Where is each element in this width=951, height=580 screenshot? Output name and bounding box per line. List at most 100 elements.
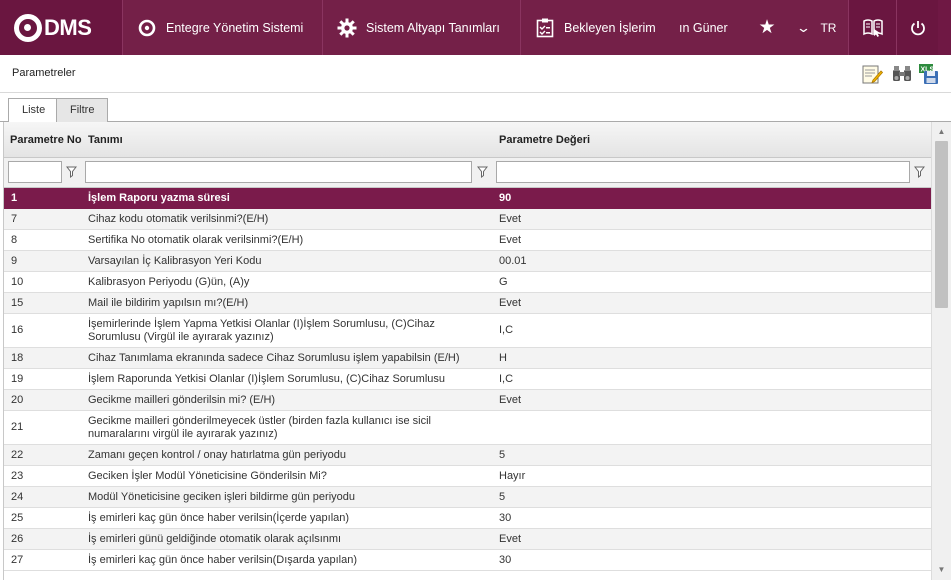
cell-tanimi: Cihaz kodu otomatik verilsinmi?(E/H)	[88, 212, 269, 225]
clipboard-icon	[535, 18, 555, 38]
cell-tanimi: İş emirleri kaç gün önce haber verilsin(…	[88, 553, 358, 566]
nav-label: Sistem Altyapı Tanımları	[366, 20, 500, 35]
excel-export-icon[interactable]: XLS	[918, 63, 940, 85]
edit-note-icon[interactable]	[861, 63, 884, 85]
cell-parametre-no: 21	[11, 421, 24, 433]
table-row[interactable]: 16 İşemirlerinde İşlem Yapma Yetkisi Olan…	[4, 314, 931, 348]
cell-tanimi: Modül Yöneticisine geciken işleri bildir…	[88, 490, 355, 503]
column-header-parametre-degeri[interactable]: Parametre Değeri	[493, 122, 931, 158]
cell-parametre-no: 15	[11, 296, 24, 309]
page-title: Parametreler	[12, 67, 76, 79]
cell-parametre-degeri: Evet	[499, 212, 522, 225]
cell-parametre-degeri: 5	[499, 490, 506, 503]
cell-tanimi: Mail ile bildirim yapılsın mı?(E/H)	[88, 296, 249, 309]
scroll-down-icon[interactable]: ▼	[932, 562, 951, 578]
vertical-scrollbar[interactable]: ▲ ▼	[931, 122, 951, 580]
cell-parametre-no: 20	[11, 393, 24, 406]
filter-input-tanimi[interactable]	[85, 161, 472, 183]
cell-parametre-no: 8	[11, 233, 18, 246]
table-row[interactable]: 10 Kalibrasyon Periyodu (G)ün, (A)y G	[4, 272, 931, 293]
table-row[interactable]: 9 Varsayılan İç Kalibrasyon Yeri Kodu 00.0…	[4, 251, 931, 272]
cell-parametre-degeri: 5	[499, 448, 506, 461]
language-label: TR	[820, 20, 837, 35]
chevron-down-icon: ⌄	[795, 19, 811, 35]
table-row[interactable]: 24 Modül Yöneticisine geciken işleri bild…	[4, 487, 931, 508]
table-row[interactable]: 20 Gecikme mailleri gönderilsin mi? (E/H)…	[4, 390, 931, 411]
cell-tanimi: İşlem Raporu yazma süresi	[88, 191, 230, 204]
cell-parametre-degeri	[499, 411, 919, 444]
cell-tanimi: İş emirleri kaç gün önce haber verilsin(…	[88, 511, 350, 524]
cell-tanimi: Sertifika No otomatik olarak verilsinmi?…	[88, 233, 304, 246]
table-row[interactable]: 26 İş emirleri günü geldiğinde otomatik o…	[4, 529, 931, 550]
cell-tanimi: Kalibrasyon Periyodu (G)ün, (A)y	[88, 275, 250, 288]
cell-parametre-no: 22	[11, 448, 24, 461]
cell-parametre-no: 18	[11, 351, 24, 364]
grid-filter-row	[4, 158, 931, 188]
table-row[interactable]: 22 Zamanı geçen kontrol / onay hatırlatma…	[4, 445, 931, 466]
cell-parametre-no: 7	[11, 212, 18, 225]
scroll-up-icon[interactable]: ▲	[932, 124, 951, 140]
panel-header: Parametreler XLS	[0, 55, 951, 93]
column-header-parametre-no[interactable]: Parametre No	[4, 122, 82, 158]
cell-parametre-degeri: I,C	[499, 324, 514, 336]
nav-sistem-altyapi-tanimlari[interactable]: Sistem Altyapı Tanımları	[322, 0, 520, 55]
q-logo-icon	[14, 13, 42, 42]
table-row[interactable]: 8 Sertifika No otomatik olarak verilsinmi…	[4, 230, 931, 251]
nav-label: Entegre Yönetim Sistemi	[166, 20, 304, 35]
filter-icon[interactable]	[476, 166, 489, 178]
cell-parametre-degeri: H	[499, 351, 507, 364]
filter-input-parametre-degeri[interactable]	[496, 161, 910, 183]
tab-liste[interactable]: Liste	[8, 98, 60, 123]
cell-parametre-degeri: G	[499, 275, 508, 288]
table-row[interactable]: 18 Cihaz Tanımlama ekranında sadece Cihaz…	[4, 348, 931, 369]
filter-input-parametre-no[interactable]	[8, 161, 62, 183]
table-row[interactable]: 25 İş emirleri kaç gün önce haber verilsi…	[4, 508, 931, 529]
cell-tanimi: Gecikme mailleri gönderilsin mi? (E/H)	[88, 393, 276, 406]
table-row[interactable]: 7 Cihaz kodu otomatik verilsinmi?(E/H) Eve…	[4, 209, 931, 230]
nav-bekleyen-islerim[interactable]: Bekleyen İşlerim	[520, 0, 671, 55]
cell-parametre-no: 9	[11, 254, 18, 267]
cell-tanimi: Geciken İşler Modül Yöneticisine Gönderi…	[88, 469, 327, 482]
parameters-grid: Parametre No Tanımı Parametre Değeri 1 İş…	[3, 122, 931, 580]
cell-parametre-no: 26	[11, 532, 24, 545]
scrollbar-thumb[interactable]	[935, 141, 948, 308]
cell-parametre-no: 10	[11, 275, 24, 288]
cell-parametre-degeri: Evet	[499, 296, 522, 309]
cell-parametre-degeri: 90	[499, 191, 512, 204]
table-row[interactable]: 1 İşlem Raporu yazma süresi 90	[4, 188, 931, 209]
cell-tanimi: İşlem Raporunda Yetkisi Olanlar (I)İşlem…	[88, 372, 446, 385]
cell-parametre-degeri: 30	[499, 511, 512, 524]
cell-parametre-no: 23	[11, 469, 24, 482]
cell-tanimi: Varsayılan İç Kalibrasyon Yeri Kodu	[88, 254, 262, 267]
language-selector[interactable]: ⌄ TR	[786, 0, 848, 55]
table-row[interactable]: 15 Mail ile bildirim yapılsın mı?(E/H) Eve…	[4, 293, 931, 314]
nav-entegre-yonetim-sistemi[interactable]: Entegre Yönetim Sistemi	[122, 0, 322, 55]
qdms-logo[interactable]: DMS	[0, 0, 122, 55]
logo-text: DMS	[44, 14, 92, 40]
star-icon[interactable]: ★	[748, 0, 786, 55]
binoculars-icon[interactable]	[891, 63, 913, 85]
power-icon[interactable]	[896, 0, 938, 55]
cell-parametre-no: 1	[11, 191, 18, 204]
table-row[interactable]: 27 İş emirleri kaç gün önce haber verilsi…	[4, 550, 931, 571]
top-navigation-bar: DMS Entegre Yönetim Sistemi Sistem Altya…	[0, 0, 951, 55]
table-row[interactable]: 23 Geciken İşler Modül Yöneticisine Gönde…	[4, 466, 931, 487]
grid-header: Parametre No Tanımı Parametre Değeri	[4, 122, 931, 158]
cell-parametre-no: 19	[11, 372, 24, 385]
nav-label: Bekleyen İşlerim	[564, 20, 656, 35]
cell-parametre-degeri: Evet	[499, 233, 522, 246]
table-row[interactable]: 19 İşlem Raporunda Yetkisi Olanlar (I)İşl…	[4, 369, 931, 390]
table-row[interactable]: 21 Gecikme mailleri gönderilmeyecek üstle…	[4, 411, 931, 445]
book-icon[interactable]	[848, 0, 896, 55]
filter-icon[interactable]	[913, 166, 926, 178]
filter-icon[interactable]	[65, 166, 78, 178]
cell-parametre-degeri: 30	[499, 553, 512, 566]
cell-parametre-degeri: Evet	[499, 393, 522, 406]
cell-parametre-degeri: I,C	[499, 372, 514, 385]
cell-tanimi: İş emirleri günü geldiğinde otomatik ola…	[88, 532, 342, 545]
tab-strip: Liste Filtre	[0, 93, 951, 123]
column-header-tanimi[interactable]: Tanımı	[82, 122, 493, 158]
tab-filtre[interactable]: Filtre	[56, 98, 109, 122]
cell-parametre-degeri: 00.01	[499, 254, 527, 267]
user-name[interactable]: ın Güner	[671, 0, 748, 55]
